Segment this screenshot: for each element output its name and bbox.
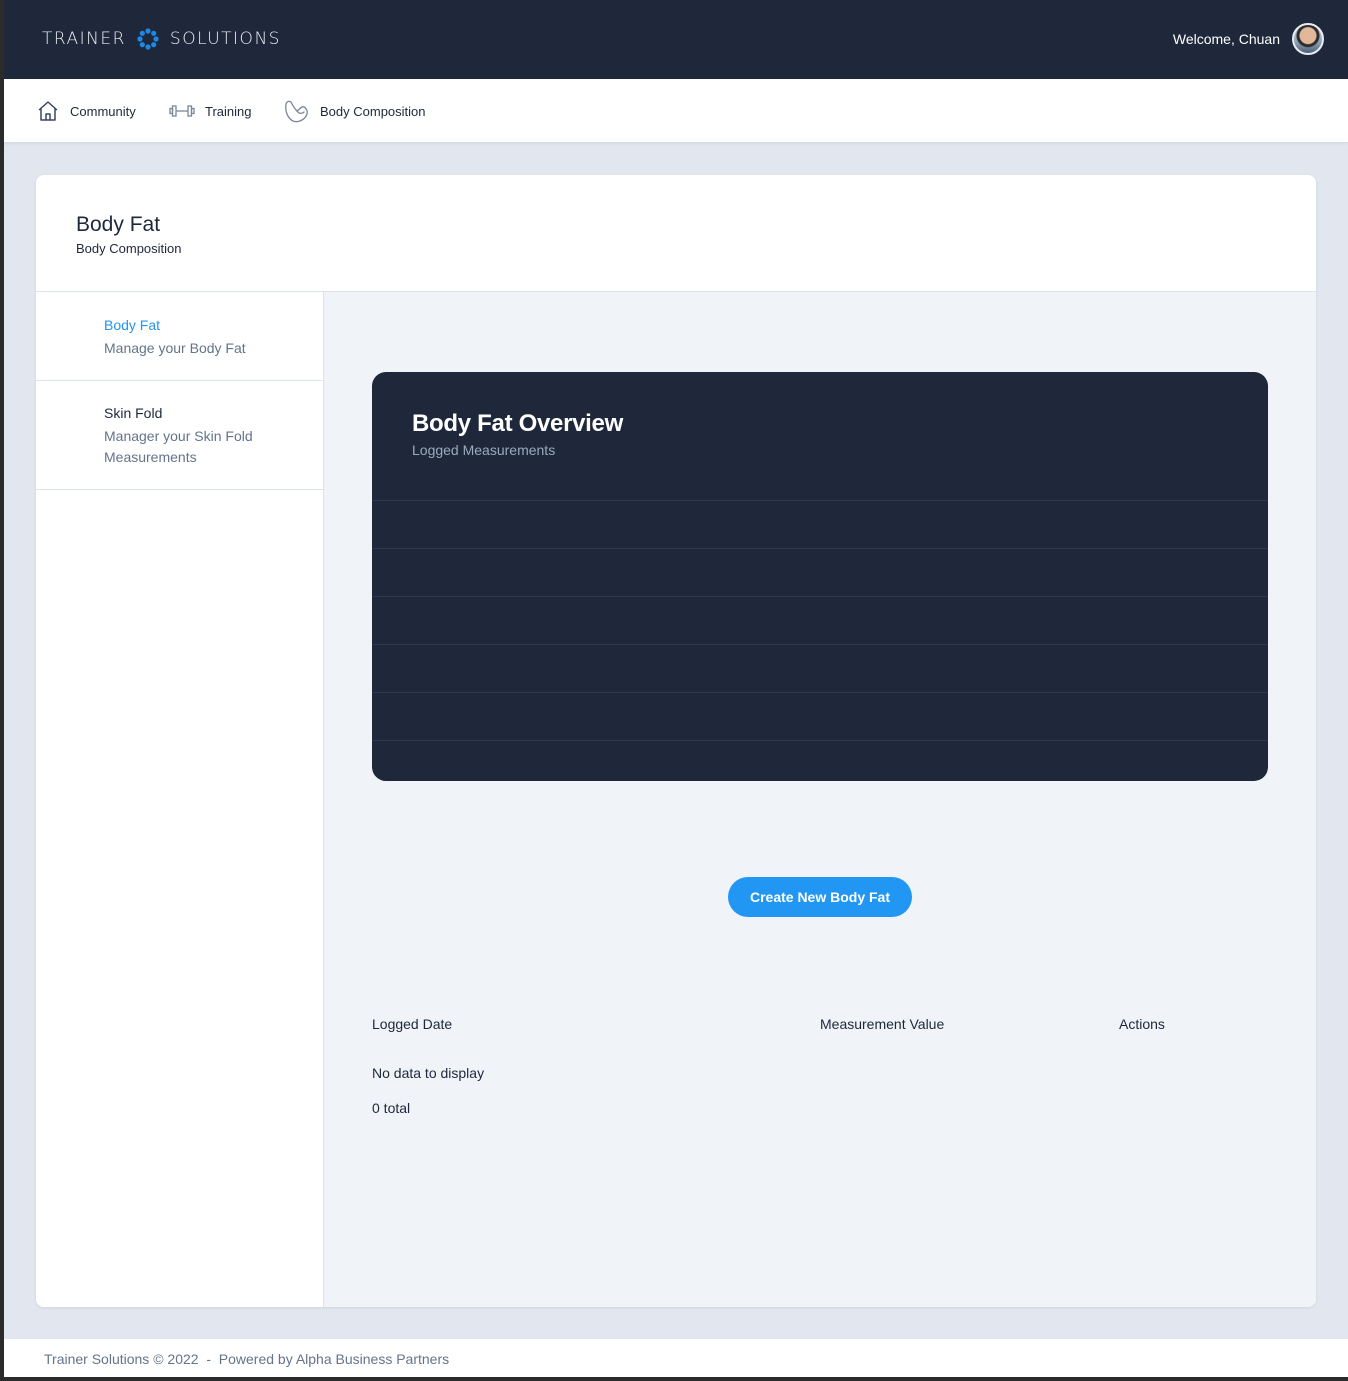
side-item-skin-fold[interactable]: Skin Fold Manager your Skin Fold Measure… bbox=[36, 381, 323, 490]
footer-text: Trainer Solutions © 2022 - Powered by Al… bbox=[44, 1351, 450, 1367]
logo-text-left: TRAINER bbox=[42, 29, 126, 49]
nav-label-community: Community bbox=[70, 103, 136, 119]
side-item-title: Skin Fold bbox=[104, 405, 163, 421]
side-item-desc: Manager your Skin Fold Measurements bbox=[104, 428, 253, 465]
content-card: Body Fat Body Composition Body Fat Manag… bbox=[36, 175, 1316, 1307]
nav-label-training: Training bbox=[205, 103, 252, 119]
page-title: Body Fat bbox=[76, 213, 161, 236]
table-total-count: 0 total bbox=[372, 1100, 411, 1116]
chart-gridline bbox=[372, 596, 1268, 597]
column-header-logged-date[interactable]: Logged Date bbox=[372, 1016, 452, 1032]
app-frame: TRAINER SOLUTIONS Welcome, Chuan Communi… bbox=[4, 0, 1348, 1377]
home-icon bbox=[38, 101, 58, 121]
body-fat-overview-chart: Body Fat Overview Logged Measurements bbox=[372, 372, 1268, 781]
app-logo[interactable]: TRAINER SOLUTIONS bbox=[42, 27, 281, 51]
column-header-measurement-value[interactable]: Measurement Value bbox=[820, 1016, 944, 1032]
nav-item-body-composition[interactable]: Body Composition bbox=[283, 79, 426, 143]
logo-mark-icon bbox=[137, 28, 159, 50]
overview-title: Body Fat Overview bbox=[412, 410, 623, 437]
side-menu: Body Fat Manage your Body Fat Skin Fold … bbox=[36, 292, 324, 1307]
dumbbell-icon bbox=[169, 105, 195, 117]
page-subtitle: Body Composition bbox=[76, 241, 182, 256]
chart-gridline bbox=[372, 548, 1268, 549]
chart-gridline bbox=[372, 644, 1268, 645]
chart-gridline bbox=[372, 740, 1268, 741]
main-panel: Body Fat Overview Logged Measurements Cr… bbox=[324, 292, 1316, 1307]
chart-gridline bbox=[372, 500, 1268, 501]
overview-subtitle: Logged Measurements bbox=[412, 442, 556, 458]
welcome-text: Welcome, Chuan bbox=[1172, 31, 1280, 47]
page-header: Body Fat Body Composition bbox=[36, 175, 1316, 292]
side-item-title: Body Fat bbox=[104, 317, 161, 333]
chart-gridline bbox=[372, 692, 1268, 693]
nav-item-community[interactable]: Community bbox=[36, 79, 136, 143]
user-avatar[interactable] bbox=[1292, 23, 1324, 55]
nav-label-body-composition: Body Composition bbox=[320, 103, 426, 119]
create-body-fat-button[interactable]: Create New Body Fat bbox=[728, 877, 912, 917]
flexed-arm-icon bbox=[285, 100, 308, 123]
main-nav: Community Training Body Composition bbox=[4, 79, 1348, 143]
empty-table-message: No data to display bbox=[372, 1065, 485, 1081]
nav-item-training[interactable]: Training bbox=[169, 79, 251, 143]
top-header: TRAINER SOLUTIONS Welcome, Chuan bbox=[4, 0, 1348, 79]
column-header-actions: Actions bbox=[1119, 1016, 1165, 1032]
page-footer: Trainer Solutions © 2022 - Powered by Al… bbox=[4, 1339, 1348, 1377]
logo-text-right: SOLUTIONS bbox=[169, 29, 281, 49]
side-item-desc: Manage your Body Fat bbox=[104, 340, 246, 356]
side-item-body-fat[interactable]: Body Fat Manage your Body Fat bbox=[36, 292, 323, 381]
